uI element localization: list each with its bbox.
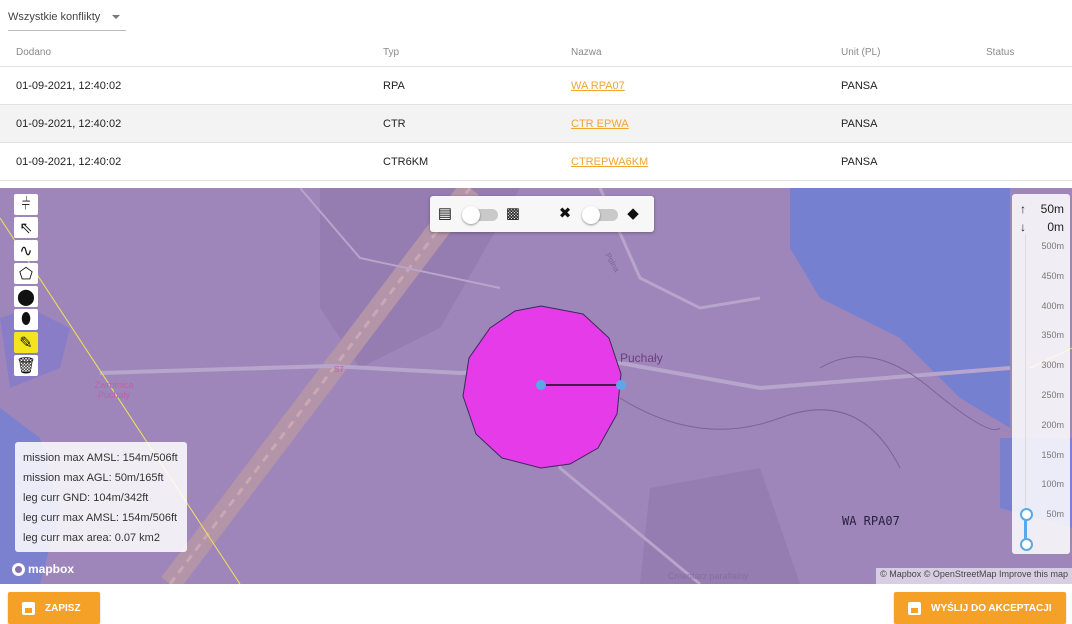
altitude-tick-label: 50m — [1046, 509, 1064, 520]
contour — [619, 397, 901, 469]
cell-type: CTR — [383, 104, 571, 143]
cemetery-label: Cmentarz parafialny — [668, 571, 749, 581]
zone-name-link[interactable]: WA RPA07 — [571, 80, 625, 92]
place-label: Puchały — [620, 351, 663, 365]
chevron-down-icon — [112, 15, 120, 19]
arrow-up-icon: ↑ — [1020, 202, 1026, 216]
basemap-toggle[interactable] — [462, 206, 498, 224]
zone-name-link[interactable]: CTREPWA6KM — [571, 156, 648, 168]
line-icon[interactable]: ∿ — [14, 240, 38, 261]
cell-date: 01-09-2021, 12:40:02 — [0, 142, 383, 181]
table-row[interactable]: 01-09-2021, 12:40:02 CTR CTR EPWA PANSA — [0, 104, 1072, 143]
altitude-tick-label: 400m — [1041, 300, 1064, 311]
road-label: S7 — [334, 365, 344, 374]
polygon-icon[interactable]: ⬠ — [14, 263, 38, 284]
attribution-mapbox-link[interactable]: © Mapbox — [880, 569, 921, 579]
satellite-icon[interactable]: ▩ — [504, 205, 522, 223]
layers-toggle[interactable] — [582, 206, 618, 224]
airspace-label: WA RPA07 — [842, 514, 900, 528]
cell-date: 01-09-2021, 12:40:02 — [0, 104, 383, 143]
altitude-tick-label: 150m — [1041, 449, 1064, 460]
info-line: leg curr GND: 104m/342ft — [23, 492, 149, 504]
altitude-tick-label: 300m — [1041, 360, 1064, 371]
radius-handle[interactable] — [616, 380, 626, 390]
altitude-tick-label: 200m — [1041, 419, 1064, 430]
info-line: leg curr max AMSL: 154m/506ft — [23, 512, 178, 524]
info-line: mission max AGL: 50m/165ft — [23, 472, 164, 484]
submit-for-approval-button[interactable]: WYŚLIJ DO AKCEPTACJI — [894, 592, 1066, 624]
altitude-tick-label: 350m — [1041, 330, 1064, 341]
cell-status — [986, 104, 1072, 143]
cell-type: CTR6KM — [383, 142, 571, 181]
layers-icon[interactable]: ◆ — [624, 205, 642, 223]
attribution-osm-link[interactable]: © OpenStreetMap — [924, 569, 997, 579]
mission-info-panel: mission max AMSL: 154m/506ft mission max… — [15, 442, 187, 552]
save-button-label: ZAPISZ — [45, 602, 81, 614]
cell-type: RPA — [383, 66, 571, 105]
altitude-tick-label: 250m — [1041, 390, 1064, 400]
zone-name-link[interactable]: CTR EPWA — [571, 118, 629, 130]
layers-off-icon[interactable]: ✖ — [556, 205, 574, 223]
save-button[interactable]: ZAPISZ — [8, 592, 100, 624]
altitude-tick-label: 450m — [1041, 270, 1064, 281]
circle-icon[interactable]: ⬤ — [14, 286, 38, 307]
map-icon[interactable]: ▤ — [436, 205, 454, 223]
cell-name: WA RPA07 — [571, 66, 841, 105]
lake-label: Zwrotnica Puchały — [94, 380, 134, 400]
cell-unit: PANSA — [841, 66, 986, 105]
conflict-filter-select[interactable]: Wszystkie konflikty — [8, 8, 126, 31]
edit-icon[interactable]: ✎ — [14, 332, 38, 353]
table-row[interactable]: 01-09-2021, 12:40:02 RPA WA RPA07 PANSA — [0, 66, 1072, 105]
mapbox-logo[interactable]: mapbox — [12, 562, 74, 576]
water-area — [790, 188, 1010, 428]
cell-status — [986, 66, 1072, 105]
altitude-max-handle[interactable] — [1020, 508, 1033, 522]
cell-unit: PANSA — [841, 142, 986, 181]
altitude-tick-label: 500m — [1041, 241, 1064, 251]
trash-icon[interactable]: 🗑 — [14, 355, 38, 376]
map-style-controls: ▤ ▩ ✖ ◆ — [430, 196, 654, 232]
map-canvas[interactable]: Puchały WA RPA07 Zwrotnica Puchały Cment… — [0, 188, 1072, 584]
pointer-icon[interactable]: ⇖ — [14, 217, 38, 238]
conflicts-table: Dodano Typ Nazwa Unit (PL) Status 01-09-… — [0, 38, 1072, 181]
cell-unit: PANSA — [841, 104, 986, 143]
altitude-max-value: 50m — [1040, 202, 1064, 216]
capsule-icon[interactable]: ⬮ — [14, 309, 38, 330]
altitude-track[interactable] — [1025, 234, 1026, 549]
draw-toolbar: ⫩ ⇖ ∿ ⬠ ⬤ ⬮ ✎ 🗑 — [14, 194, 42, 378]
submit-button-label: WYŚLIJ DO AKCEPTACJI — [931, 602, 1052, 614]
altitude-tick-label: 100m — [1041, 479, 1064, 490]
center-handle[interactable] — [536, 380, 546, 390]
header-type[interactable]: Typ — [383, 38, 571, 67]
table-row[interactable]: 01-09-2021, 12:40:02 CTR6KM CTREPWA6KM P… — [0, 142, 1072, 181]
header-name[interactable]: Nazwa — [571, 38, 841, 67]
save-icon — [22, 601, 35, 615]
altitude-slider-panel: ↑ 50m ↓ 0m 500m 450m 400m 350m 300m 250m 200m 1… — [1012, 194, 1070, 554]
header-added[interactable]: Dodano — [0, 38, 383, 67]
mapbox-logo-text: mapbox — [28, 562, 75, 576]
info-line: mission max AMSL: 154m/506ft — [23, 452, 178, 464]
attribution-improve-link[interactable]: Improve this map — [999, 569, 1068, 579]
mapbox-icon — [12, 562, 25, 576]
cell-name: CTREPWA6KM — [571, 142, 841, 181]
tag-icon[interactable]: ⫩ — [14, 194, 38, 215]
table-header-row: Dodano Typ Nazwa Unit (PL) Status — [0, 38, 1072, 67]
filter-value: Wszystkie konflikty — [8, 11, 101, 23]
cell-status — [986, 142, 1072, 181]
cell-name: CTR EPWA — [571, 104, 841, 143]
zone-shade — [640, 468, 800, 584]
cell-date: 01-09-2021, 12:40:02 — [0, 66, 383, 105]
map-attribution: © Mapbox © OpenStreetMap Improve this ma… — [876, 568, 1072, 584]
header-status[interactable]: Status — [986, 38, 1072, 67]
altitude-min-value: 0m — [1047, 220, 1064, 234]
altitude-min-handle[interactable] — [1020, 538, 1033, 551]
save-icon — [908, 601, 921, 615]
info-line: leg curr max area: 0.07 km2 — [23, 532, 160, 544]
arrow-down-icon: ↓ — [1020, 220, 1026, 234]
header-unit[interactable]: Unit (PL) — [841, 38, 986, 67]
